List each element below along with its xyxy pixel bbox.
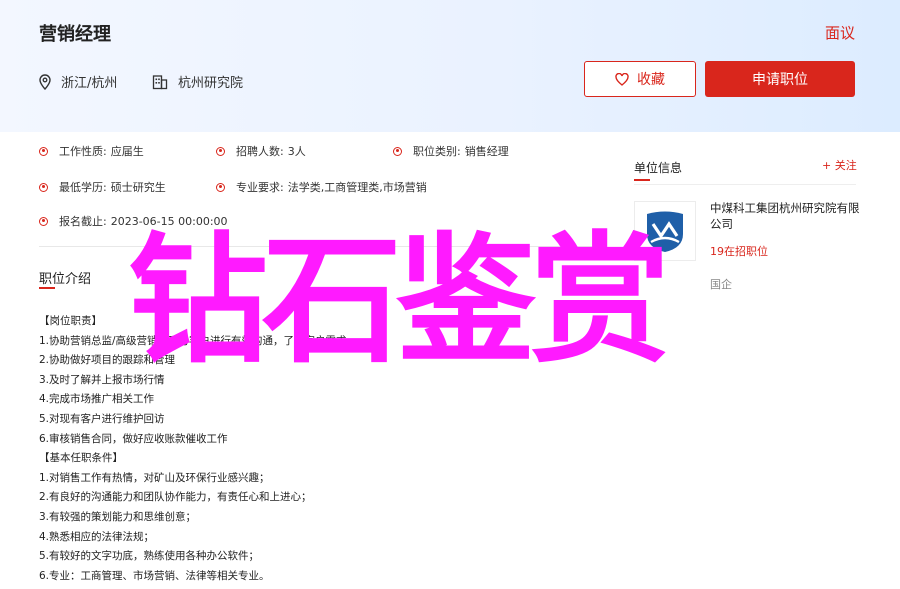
description-line: 4.完成市场推广相关工作: [39, 393, 155, 406]
bullet-icon: [393, 146, 402, 156]
intro-title: 职位介绍: [39, 272, 92, 287]
heart-icon: [615, 72, 629, 86]
location-pin-icon: [39, 73, 51, 90]
unit-info-title: 单位信息: [634, 161, 683, 175]
company-job-count: 19在招职位: [710, 245, 768, 258]
job-location: 浙江/杭州: [39, 72, 117, 91]
building-icon: [152, 74, 168, 89]
description-line: 5.有较好的文字功底，熟练使用各种办公软件；: [39, 550, 260, 563]
favorite-button[interactable]: 收藏: [584, 61, 696, 97]
description-line: 2.有良好的沟通能力和团队协作能力，有责任心和上进心；: [39, 491, 312, 504]
info-label: 专业要求:: [236, 181, 284, 194]
bullet-icon: [39, 216, 48, 226]
bullet-icon: [39, 182, 48, 192]
follow-button[interactable]: + 关注: [822, 157, 857, 173]
info-job-type: 工作性质: 应届生: [39, 143, 144, 159]
info-value: 硕士研究生: [110, 181, 166, 194]
job-title: 营销经理: [39, 24, 111, 45]
description-line: 【基本任职条件】: [39, 452, 123, 465]
info-label: 职位类别:: [413, 145, 461, 158]
favorite-label: 收藏: [637, 72, 665, 88]
description-line: 5.对现有客户进行维护回访: [39, 412, 165, 425]
info-label: 最低学历:: [59, 181, 107, 194]
description-line: 3.有较强的策划能力和思维创意；: [39, 510, 197, 523]
company-type: 国企: [710, 278, 732, 291]
info-value: 销售经理: [464, 145, 509, 158]
info-value: 3人: [287, 145, 306, 158]
company-name[interactable]: 中煤科工集团杭州研究院有限公司: [710, 200, 860, 232]
info-value: 应届生: [110, 145, 144, 158]
bullet-icon: [39, 146, 48, 156]
info-headcount: 招聘人数: 3人: [216, 143, 306, 159]
description-line: 4.熟悉相应的法律法规；: [39, 530, 155, 543]
intro-title-underline: [39, 287, 55, 289]
unit-title-underline: [634, 179, 650, 181]
salary-negotiable: 面议: [824, 24, 855, 42]
info-education: 最低学历: 硕士研究生: [39, 179, 166, 195]
bullet-icon: [216, 182, 225, 192]
job-header: 营销经理 面议 浙江/杭州 杭州研究院 收藏 申请职位: [0, 0, 900, 132]
job-organization: 杭州研究院: [152, 72, 243, 91]
info-label: 工作性质:: [59, 145, 107, 158]
info-label: 招聘人数:: [236, 145, 284, 158]
organization-text: 杭州研究院: [178, 76, 244, 91]
location-text: 浙江/杭州: [61, 76, 118, 91]
info-label: 报名截止:: [59, 215, 107, 228]
bullet-icon: [216, 146, 225, 156]
watermark-overlay: 钻石鉴赏: [128, 220, 670, 383]
info-value: 法学类,工商管理类,市场营销: [287, 181, 427, 194]
apply-button[interactable]: 申请职位: [705, 61, 855, 97]
description-line: 6.审核销售合同，做好应收账款催收工作: [39, 432, 228, 445]
description-line: 6.专业：工商管理、市场营销、法律等相关专业。: [39, 569, 270, 582]
info-major: 专业要求: 法学类,工商管理类,市场营销: [216, 179, 427, 195]
description-line: 1.对销售工作有热情，对矿山及环保行业感兴趣；: [39, 471, 270, 484]
info-category: 职位类别: 销售经理: [393, 143, 509, 159]
unit-divider: [634, 184, 856, 185]
